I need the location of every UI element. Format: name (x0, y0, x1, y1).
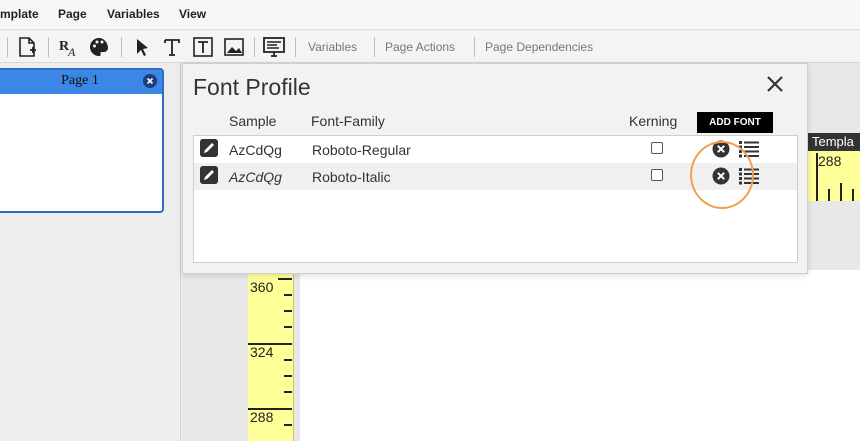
ruler-tick (284, 375, 292, 377)
list-icon[interactable] (739, 167, 759, 185)
close-icon[interactable] (763, 72, 787, 96)
ruler-tick (278, 278, 292, 280)
vertical-ruler: 360 324 288 (248, 270, 294, 441)
edit-icon[interactable] (200, 166, 218, 184)
font-sample: AzCdQg (229, 169, 282, 185)
page-thumbnail-header: Page 1 (0, 70, 162, 94)
menu-bar: mplate Page Variables View (0, 0, 860, 30)
toolbar-separator (374, 37, 375, 57)
ruler-label: 360 (250, 279, 274, 295)
menu-template[interactable]: mplate (0, 7, 39, 21)
toolbar-separator (254, 37, 255, 57)
toolbar-separator (295, 37, 296, 57)
ruler-label: 288 (250, 409, 274, 425)
page-thumbnail-label: Page 1 (61, 73, 99, 88)
ruler-tick (284, 391, 292, 393)
ruler-tick (284, 294, 292, 296)
menu-page[interactable]: Page (58, 7, 87, 21)
delete-font-icon[interactable] (712, 167, 730, 185)
ruler-tick (284, 424, 292, 426)
font-profile-dialog: Font Profile Sample Font-Family Kerning … (182, 63, 808, 274)
palette-icon[interactable] (88, 36, 110, 58)
preview-icon[interactable] (263, 36, 285, 58)
toolbar-separator (474, 37, 475, 57)
font-table: AzCdQg Roboto-Regular AzCdQg Roboto-Ital… (193, 135, 798, 263)
horizontal-ruler: Templa 288 (806, 133, 860, 201)
column-header-sample: Sample (229, 113, 277, 129)
list-icon[interactable] (739, 140, 759, 158)
menu-variables[interactable]: Variables (107, 7, 160, 21)
menu-view[interactable]: View (179, 7, 206, 21)
ruler-tick (284, 326, 292, 328)
ruler-label: 288 (818, 153, 842, 169)
font-sample: AzCdQg (229, 142, 282, 158)
delete-font-icon[interactable] (712, 140, 730, 158)
toolbar-separator (121, 37, 122, 57)
ruler-tick (816, 153, 818, 201)
design-page[interactable] (300, 270, 860, 441)
column-header-kerning: Kerning (629, 113, 678, 129)
table-row: AzCdQg Roboto-Regular (194, 136, 797, 163)
close-page-icon[interactable] (143, 74, 157, 88)
svg-text:A: A (67, 45, 76, 58)
ruler-label: 324 (250, 344, 274, 360)
column-header-font-family: Font-Family (311, 113, 385, 129)
font-family-name: Roboto-Regular (312, 142, 411, 158)
new-page-icon[interactable] (16, 36, 38, 58)
text-tool-icon[interactable] (161, 36, 183, 58)
edit-icon[interactable] (200, 139, 218, 157)
page-thumbnail[interactable]: Page 1 (0, 68, 164, 213)
ruler-tick (284, 359, 292, 361)
toolbar: R A Variables Page Actions Page Dependen… (0, 31, 860, 63)
ruler-tick (248, 408, 292, 410)
pointer-icon[interactable] (131, 36, 153, 58)
table-row: AzCdQg Roboto-Italic (194, 163, 797, 190)
add-font-button[interactable]: ADD FONT (697, 112, 773, 133)
font-family-name: Roboto-Italic (312, 169, 391, 185)
ruler-tick (840, 183, 842, 201)
variables-tab[interactable]: Variables (308, 40, 357, 54)
dialog-title: Font Profile (193, 74, 311, 100)
ruler-tick (852, 189, 854, 201)
ruler-tick (284, 310, 292, 312)
page-actions-tab[interactable]: Page Actions (385, 40, 455, 54)
page-dependencies-tab[interactable]: Page Dependencies (485, 40, 593, 54)
ruler-tick (828, 189, 830, 201)
kerning-checkbox[interactable] (651, 169, 663, 181)
pages-panel: Page 1 (0, 63, 181, 441)
kerning-checkbox[interactable] (651, 142, 663, 154)
font-profile-icon[interactable]: R A (58, 36, 80, 58)
ruler-tick (248, 343, 292, 345)
toolbar-separator (7, 37, 8, 57)
text-box-icon[interactable] (192, 36, 214, 58)
horizontal-ruler-body: 288 (806, 151, 860, 201)
ruler-title: Templa (806, 133, 860, 151)
toolbar-separator (48, 37, 49, 57)
image-icon[interactable] (223, 36, 245, 58)
